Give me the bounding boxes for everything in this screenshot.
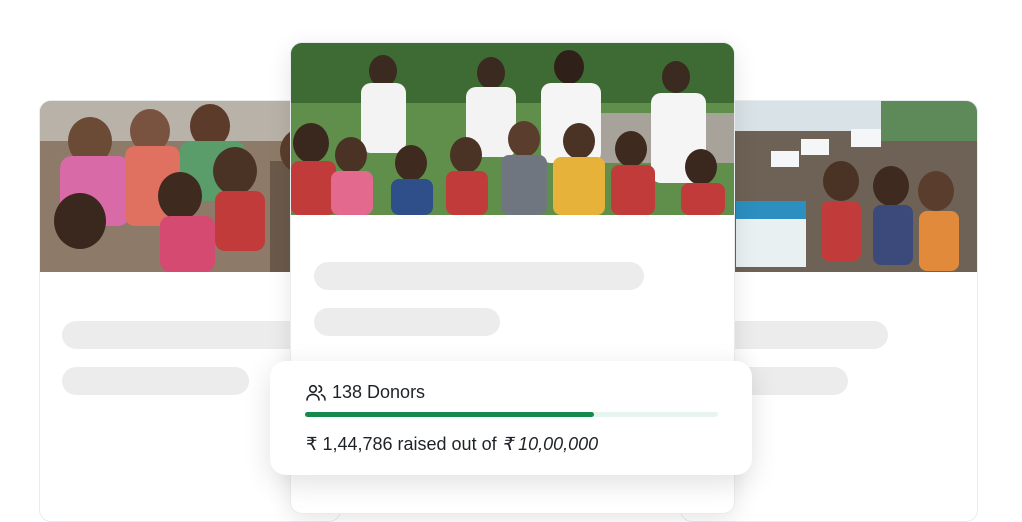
- skeleton-title: [314, 262, 644, 290]
- campaign-photo-featured: [291, 43, 734, 215]
- fundraiser-stats-panel: 138 Donors ₹ 1,44,786 raised out of ₹ 10…: [270, 361, 752, 475]
- raised-text: ₹ 1,44,786 raised out of: [306, 434, 497, 454]
- raised-amount: ₹ 1,44,786 raised out of ₹ 10,00,000: [306, 434, 598, 455]
- donors-row: 138 Donors: [306, 382, 425, 403]
- skeleton-subtitle: [62, 367, 249, 395]
- users-icon: [306, 384, 326, 402]
- progress-track: [305, 412, 718, 417]
- progress-fill: [305, 412, 595, 417]
- donors-count: 138 Donors: [332, 382, 426, 402]
- skeleton-title: [62, 321, 322, 349]
- skeleton-subtitle: [314, 308, 500, 336]
- goal-amount: ₹ 10,00,000: [501, 434, 599, 454]
